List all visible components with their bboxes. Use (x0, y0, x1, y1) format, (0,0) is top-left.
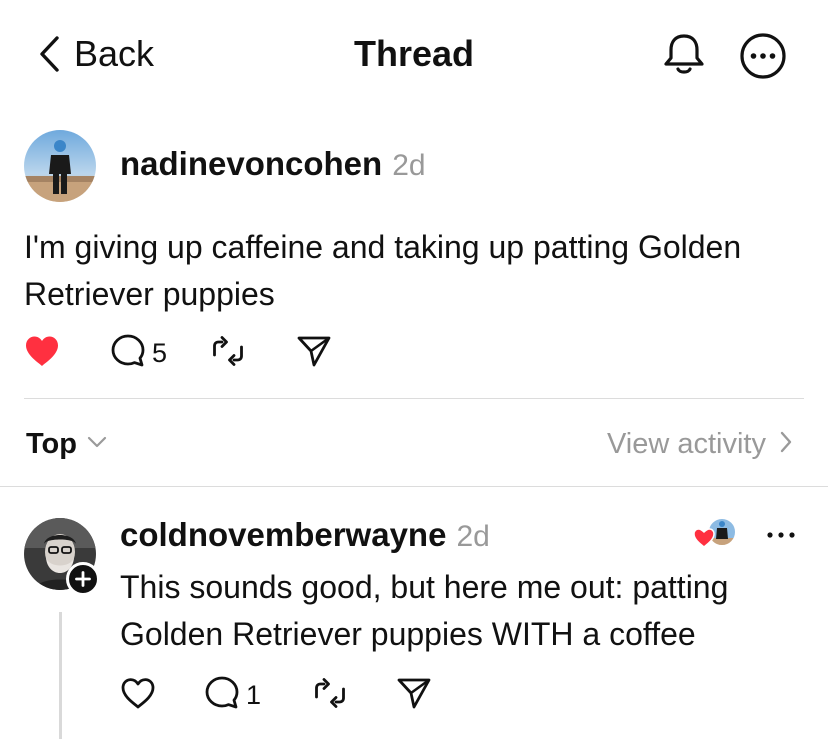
repost-button[interactable] (210, 333, 296, 374)
back-button[interactable]: Back (38, 30, 154, 78)
divider (24, 398, 804, 399)
comment-icon (110, 333, 146, 374)
post-username[interactable]: nadinevoncohen (120, 145, 382, 183)
repost-icon (210, 333, 246, 374)
follow-button[interactable] (66, 562, 100, 596)
sort-dropdown[interactable]: Top (26, 424, 107, 464)
plus-icon (69, 565, 97, 593)
repost-icon (312, 675, 348, 716)
more-options-button[interactable] (738, 31, 788, 81)
thread-connector-line (59, 612, 62, 739)
back-label: Back (74, 33, 155, 74)
view-activity-label: View activity (606, 427, 766, 460)
post-text: I'm giving up caffeine and taking up pat… (24, 229, 742, 312)
send-icon (296, 333, 332, 374)
reply-count: 5 (152, 337, 168, 368)
heart-filled-icon (24, 335, 60, 372)
post-header: nadinevoncohen 2d (120, 145, 426, 185)
chevron-left-icon (38, 35, 60, 73)
mini-heart-icon (693, 528, 715, 549)
reply-actions: 1 (120, 674, 432, 716)
liked-by-author-indicator[interactable] (690, 514, 740, 554)
view-activity-link[interactable]: View activity (607, 424, 792, 464)
reply-button[interactable]: 5 (110, 333, 210, 374)
like-button[interactable] (24, 335, 110, 372)
notifications-button[interactable] (660, 30, 708, 78)
divider (0, 486, 828, 487)
sort-label: Top (26, 427, 77, 460)
reply-header: coldnovemberwayne 2d (120, 516, 490, 556)
post-actions: 5 (24, 333, 332, 373)
chevron-down-icon (87, 435, 107, 453)
reply-reply-count: 1 (246, 679, 262, 710)
bell-icon (660, 34, 708, 82)
reply-username[interactable]: coldnovemberwayne (120, 516, 446, 554)
more-circle-icon (738, 33, 788, 85)
send-icon (396, 675, 432, 716)
reply-like-button[interactable] (120, 677, 204, 714)
ellipsis-icon (764, 532, 798, 552)
post-timestamp: 2d (392, 149, 426, 182)
reply-repost-button[interactable] (312, 675, 396, 716)
reply-timestamp: 2d (456, 520, 490, 553)
chevron-right-icon (780, 431, 792, 458)
reply-text: This sounds good, but here me out: patti… (120, 569, 729, 652)
share-button[interactable] (296, 333, 332, 374)
reply-more-button[interactable] (764, 522, 798, 548)
post-author-avatar[interactable] (24, 130, 96, 202)
reply-share-button[interactable] (396, 675, 432, 716)
comment-icon (204, 675, 240, 716)
heart-outline-icon (120, 677, 156, 714)
reply-reply-button[interactable]: 1 (204, 675, 312, 716)
